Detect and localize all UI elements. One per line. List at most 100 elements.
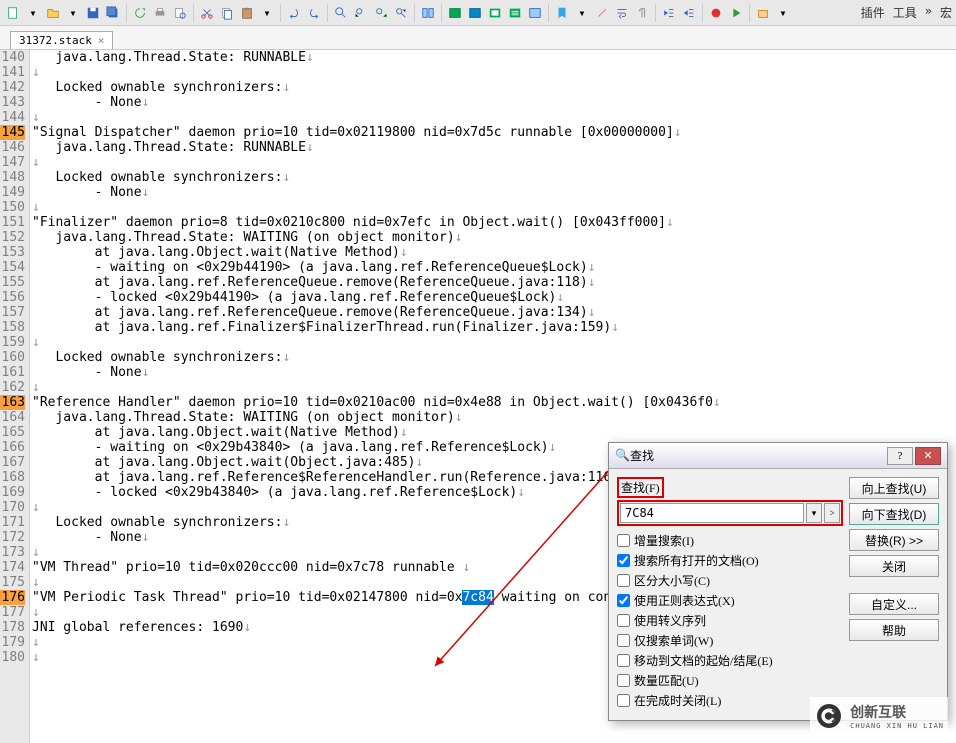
menu-macro[interactable]: 宏	[940, 4, 952, 21]
code-line: java.lang.Thread.State: WAITING (on obje…	[32, 230, 956, 245]
window-icon[interactable]	[446, 4, 464, 22]
indent-in-icon[interactable]	[680, 4, 698, 22]
cut-icon[interactable]	[198, 4, 216, 22]
paragraph-icon[interactable]	[633, 4, 651, 22]
find-prev-icon[interactable]	[352, 4, 370, 22]
help-button-icon[interactable]: ?	[887, 447, 913, 465]
code-line	[32, 65, 956, 80]
code-line: java.lang.Thread.State: RUNNABLE	[32, 50, 956, 65]
dropdown-icon[interactable]: ▾	[258, 4, 276, 22]
window3-icon[interactable]	[486, 4, 504, 22]
close-button[interactable]: 关闭	[849, 555, 939, 577]
chk-escape[interactable]: 使用转义序列	[617, 612, 843, 629]
save-all-icon[interactable]	[104, 4, 122, 22]
find-label: 查找(F)	[617, 477, 664, 498]
code-line: - locked <0x29b44190> (a java.lang.ref.R…	[32, 290, 956, 305]
tab-close-icon[interactable]: ×	[98, 34, 105, 47]
chk-regex[interactable]: 使用正则表达式(X)	[617, 592, 843, 609]
refresh-icon[interactable]	[131, 4, 149, 22]
custom-button[interactable]: 自定义...	[849, 593, 939, 615]
chk-closedone[interactable]: 在完成时关闭(L)	[617, 692, 843, 709]
new-file-icon[interactable]	[4, 4, 22, 22]
print-icon[interactable]	[151, 4, 169, 22]
dropdown-icon[interactable]: ▾	[806, 503, 822, 523]
code-line: at java.lang.ref.Finalizer$FinalizerThre…	[32, 320, 956, 335]
search-icon[interactable]	[332, 4, 350, 22]
logo-py: CHUANG XIN HU LIAN	[850, 722, 944, 730]
code-line	[32, 380, 956, 395]
code-line: java.lang.Thread.State: RUNNABLE	[32, 140, 956, 155]
menu-expand[interactable]: »	[925, 4, 932, 21]
replace-button[interactable]: 替换(R) >>	[849, 529, 939, 551]
code-line: - None	[32, 365, 956, 380]
indent-out-icon[interactable]	[660, 4, 678, 22]
code-line	[32, 110, 956, 125]
print-preview-icon[interactable]	[171, 4, 189, 22]
code-line: at java.lang.ref.ReferenceQueue.remove(R…	[32, 305, 956, 320]
dropdown-icon[interactable]: ▾	[24, 4, 42, 22]
close-icon[interactable]: ✕	[915, 447, 941, 465]
dropdown-icon[interactable]: ▾	[774, 4, 792, 22]
chk-move[interactable]: 移动到文档的起始/结尾(E)	[617, 652, 843, 669]
code-line	[32, 200, 956, 215]
bookmark-icon[interactable]	[553, 4, 571, 22]
menu-plugins[interactable]: 插件	[861, 4, 885, 21]
paste-icon[interactable]	[238, 4, 256, 22]
chk-whole[interactable]: 仅搜索单词(W)	[617, 632, 843, 649]
dialog-title: 查找	[630, 447, 887, 464]
code-line: at java.lang.Object.wait(Native Method)	[32, 245, 956, 260]
code-line: - None	[32, 185, 956, 200]
code-line: "Finalizer" daemon prio=8 tid=0x0210c800…	[32, 215, 956, 230]
copy-icon[interactable]	[218, 4, 236, 22]
help-button[interactable]: 帮助	[849, 619, 939, 641]
code-line: Locked ownable synchronizers:	[32, 80, 956, 95]
open-icon[interactable]	[44, 4, 62, 22]
code-line	[32, 335, 956, 350]
config-icon[interactable]	[754, 4, 772, 22]
code-line: Locked ownable synchronizers:	[32, 170, 956, 185]
save-icon[interactable]	[84, 4, 102, 22]
record-icon[interactable]	[707, 4, 725, 22]
dialog-titlebar[interactable]: 🔍 查找 ? ✕	[609, 443, 947, 469]
window5-icon[interactable]	[526, 4, 544, 22]
code-line: "Reference Handler" daemon prio=10 tid=0…	[32, 395, 956, 410]
undo-icon[interactable]	[285, 4, 303, 22]
menu-tools[interactable]: 工具	[893, 4, 917, 21]
find-up-button[interactable]: 向上查找(U)	[849, 477, 939, 499]
code-line: java.lang.Thread.State: WAITING (on obje…	[32, 410, 956, 425]
find-down-button[interactable]: 向下查找(D)	[849, 503, 939, 525]
code-line: - waiting on <0x29b44190> (a java.lang.r…	[32, 260, 956, 275]
tab-bar: 31372.stack ×	[0, 26, 956, 50]
main-toolbar: ▾ ▾ ▾ ▾ ▾ 插件 工具 » 宏	[0, 0, 956, 26]
code-line: at java.lang.ref.ReferenceQueue.remove(R…	[32, 275, 956, 290]
find-dialog: 🔍 查找 ? ✕ 查找(F) ▾ > 增量搜索(I) 搜索所有打开的文档(O) …	[608, 442, 948, 721]
search-icon: 🔍	[615, 448, 630, 463]
chk-count[interactable]: 数量匹配(U)	[617, 672, 843, 689]
code-line: - None	[32, 95, 956, 110]
wand-icon[interactable]	[593, 4, 611, 22]
code-line	[32, 155, 956, 170]
chk-increment[interactable]: 增量搜索(I)	[617, 532, 843, 549]
line-gutter: 1401411421431441451461471481491501511521…	[0, 50, 30, 743]
code-line: "Signal Dispatcher" daemon prio=10 tid=0…	[32, 125, 956, 140]
find-next-icon[interactable]	[372, 4, 390, 22]
dropdown-icon[interactable]: ▾	[64, 4, 82, 22]
code-line: Locked ownable synchronizers:	[32, 350, 956, 365]
redo-icon[interactable]	[305, 4, 323, 22]
window2-icon[interactable]	[466, 4, 484, 22]
play-icon[interactable]	[727, 4, 745, 22]
chk-allopen[interactable]: 搜索所有打开的文档(O)	[617, 552, 843, 569]
compare-icon[interactable]	[419, 4, 437, 22]
watermark-logo: 创新互联 CHUANG XIN HU LIAN	[810, 697, 948, 735]
code-line: at java.lang.Object.wait(Native Method)	[32, 425, 956, 440]
dropdown-icon[interactable]: ▾	[573, 4, 591, 22]
history-icon[interactable]: >	[824, 503, 840, 523]
tab-label: 31372.stack	[19, 34, 92, 47]
logo-cn: 创新互联	[850, 702, 944, 722]
find-input[interactable]	[620, 503, 804, 523]
file-tab[interactable]: 31372.stack ×	[10, 31, 113, 49]
wrap-icon[interactable]	[613, 4, 631, 22]
chk-case[interactable]: 区分大小写(C)	[617, 572, 843, 589]
replace-icon[interactable]	[392, 4, 410, 22]
window4-icon[interactable]	[506, 4, 524, 22]
